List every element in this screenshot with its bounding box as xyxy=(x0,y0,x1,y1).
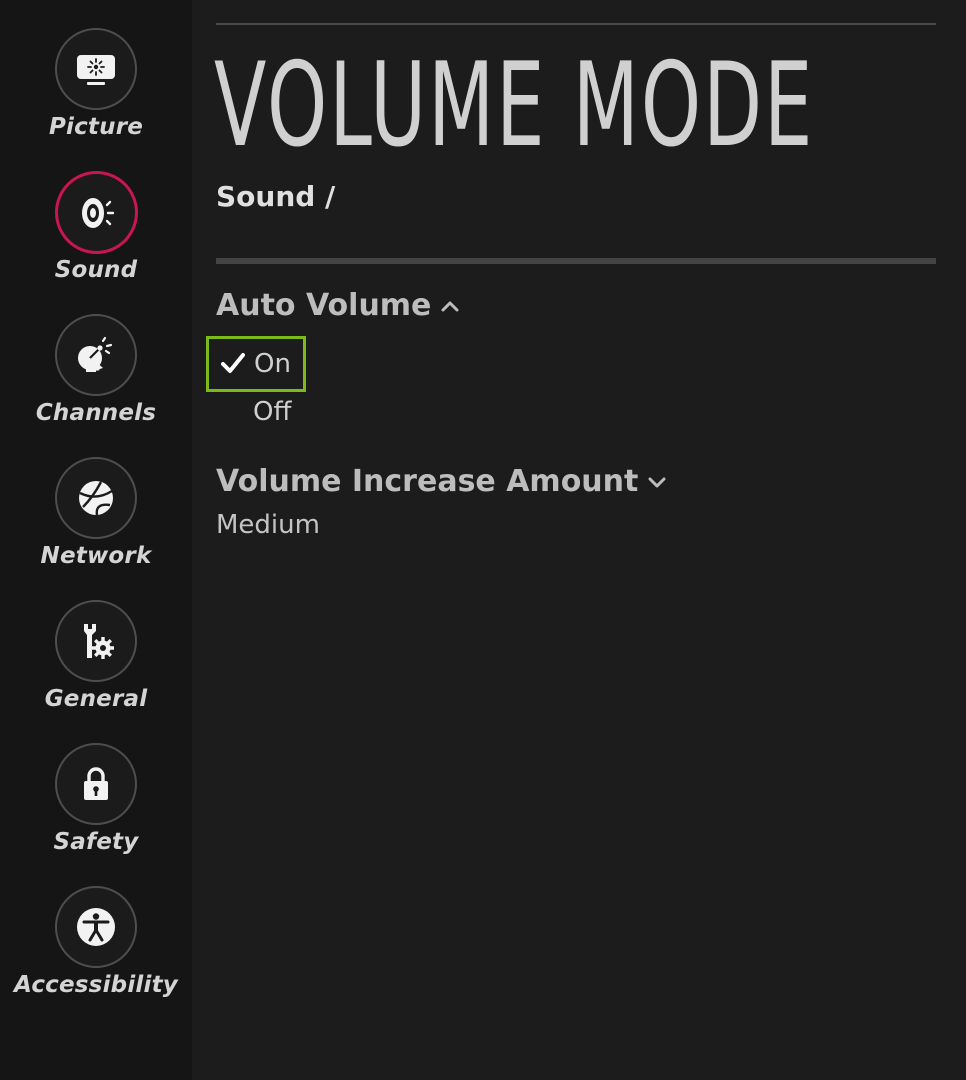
sidebar-item-safety[interactable]: Safety xyxy=(0,743,192,873)
sound-icon xyxy=(55,171,138,254)
volume-increase-amount-label: Volume Increase Amount xyxy=(216,464,639,499)
auto-volume-header[interactable]: Auto Volume xyxy=(216,288,459,323)
chevron-up-icon xyxy=(441,301,459,311)
sidebar-item-label: General xyxy=(44,686,148,712)
lock-icon xyxy=(55,743,137,825)
page-title: VOLUME MODE xyxy=(214,38,815,173)
accessibility-icon xyxy=(55,886,137,968)
sidebar-item-network[interactable]: Network xyxy=(0,457,192,587)
sidebar-item-label: Network xyxy=(40,543,152,569)
section-divider xyxy=(216,258,936,264)
general-icon xyxy=(55,600,137,682)
settings-sidebar: Picture Sound Channels Network General S… xyxy=(0,0,192,1080)
sidebar-item-label: Sound xyxy=(54,257,138,283)
network-icon xyxy=(55,457,137,539)
header-divider xyxy=(216,23,936,25)
sidebar-item-label: Accessibility xyxy=(14,972,178,998)
sidebar-item-accessibility[interactable]: Accessibility xyxy=(0,886,192,1016)
channels-icon xyxy=(55,314,137,396)
checkmark-icon xyxy=(221,353,245,373)
option-label: Off xyxy=(253,397,292,427)
sidebar-item-label: Channels xyxy=(35,400,157,426)
volume-increase-amount-header[interactable]: Volume Increase Amount xyxy=(216,464,666,499)
picture-icon xyxy=(55,28,137,110)
auto-volume-option-on[interactable]: On xyxy=(206,336,306,392)
auto-volume-option-off[interactable]: Off xyxy=(253,397,291,427)
sidebar-item-channels[interactable]: Channels xyxy=(0,314,192,444)
sidebar-item-sound[interactable]: Sound xyxy=(0,171,192,301)
volume-increase-amount-value: Medium xyxy=(216,510,320,540)
sidebar-item-label: Safety xyxy=(53,829,139,855)
option-label: On xyxy=(254,349,291,379)
sidebar-item-label: Picture xyxy=(48,114,144,140)
sidebar-item-picture[interactable]: Picture xyxy=(0,28,192,158)
settings-screen: Picture Sound Channels Network General S… xyxy=(0,0,966,1080)
breadcrumb: Sound / xyxy=(216,180,336,213)
chevron-down-icon xyxy=(648,477,666,487)
sidebar-item-general[interactable]: General xyxy=(0,600,192,730)
auto-volume-label: Auto Volume xyxy=(216,288,432,323)
